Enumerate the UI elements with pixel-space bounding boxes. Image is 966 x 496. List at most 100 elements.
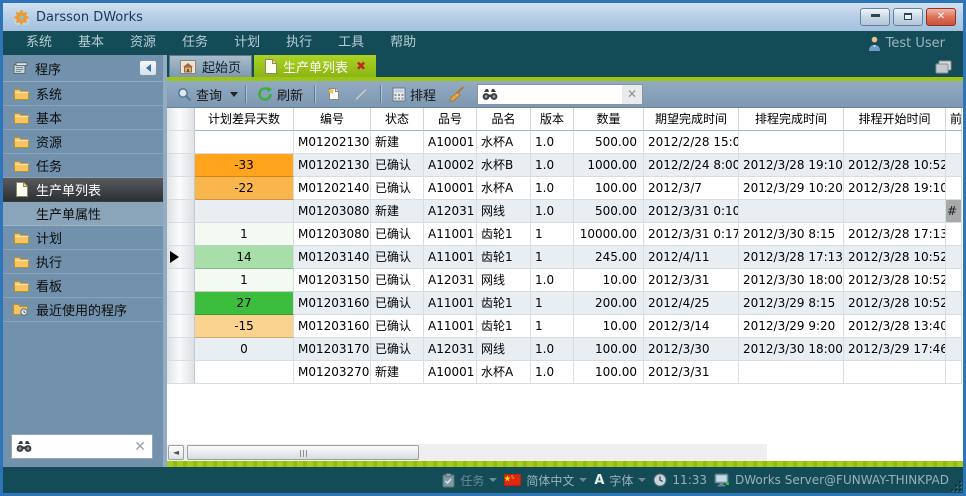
column-header-finish[interactable]: 排程完成时间 [739,108,844,131]
table-row[interactable]: -15M012031602已确认A11001齿轮1110.002012/3/14… [167,315,963,338]
cell-status[interactable]: 新建 [371,361,424,384]
cell-version[interactable]: 1.0 [531,200,574,223]
cell-status[interactable]: 已确认 [371,223,424,246]
resize-grip[interactable] [949,479,961,491]
cell-version[interactable]: 1 [531,315,574,338]
cell-code[interactable]: M012031402 [294,246,371,269]
cell-diff[interactable]: 27 [195,292,294,315]
language-selector[interactable]: 简体中文 [504,472,587,489]
column-header-due[interactable]: 期望完成时间 [644,108,739,131]
cell-finish[interactable]: 2012/3/30 18:00 [739,338,844,361]
cell-item_no[interactable]: A11001 [424,223,477,246]
cell-item_name[interactable]: 网线 [477,338,531,361]
cell-version[interactable]: 1 [531,246,574,269]
cell-diff[interactable]: 1 [195,269,294,292]
cell-start[interactable]: 2012/3/28 10:52 [844,246,946,269]
table-row[interactable]: -33M012021302已确认A10002水杯B1.01000.002012/… [167,154,963,177]
cell-start[interactable] [844,200,946,223]
scroll-left-arrow-icon[interactable]: ◄ [168,445,184,460]
cell-item_no[interactable]: A10001 [424,361,477,384]
cell-code[interactable]: M012032701 [294,361,371,384]
window-list-icon[interactable] [935,60,955,75]
cell-diff[interactable] [195,361,294,384]
cell-start[interactable] [844,131,946,154]
cell-qty[interactable]: 10.00 [574,315,644,338]
sidebar-search-clear-icon[interactable]: ✕ [132,439,148,455]
cell-finish[interactable] [739,361,844,384]
cell-qty[interactable]: 500.00 [574,131,644,154]
menu-item[interactable]: 任务 [169,31,221,55]
table-row[interactable]: M012032701新建A10001水杯A1.0100.002012/3/31 [167,361,963,384]
table-row[interactable]: M012030801新建A12031网线1.0500.002012/3/31 0… [167,200,963,223]
cell-status[interactable]: 已确认 [371,292,424,315]
cell-item_no[interactable]: A10001 [424,131,477,154]
column-header-qty[interactable]: 数量 [574,108,644,131]
cell-start[interactable]: 2012/3/28 10:52 [844,269,946,292]
minimize-button[interactable] [860,8,890,26]
sidebar-item[interactable]: 基本 [3,106,163,130]
cell-item_no[interactable]: A12031 [424,269,477,292]
refresh-button[interactable]: 刷新 [253,83,307,106]
cell-extra[interactable]: # [946,200,962,223]
cell-qty[interactable]: 200.00 [574,292,644,315]
cell-status[interactable]: 已确认 [371,246,424,269]
sidebar-item[interactable]: 生产单列表 [3,178,163,202]
cell-code[interactable]: M012031501 [294,269,371,292]
table-row[interactable]: 0M012031701已确认A12031网线1.0100.002012/3/30… [167,338,963,361]
sidebar-item[interactable]: 资源 [3,130,163,154]
row-selector-cell[interactable] [167,177,195,200]
cell-extra[interactable] [946,338,962,361]
cell-finish[interactable] [739,131,844,154]
cell-item_name[interactable]: 齿轮1 [477,315,531,338]
column-header-status[interactable]: 状态 [371,108,424,131]
table-row[interactable]: M012021301新建A10001水杯A1.0500.002012/2/28 … [167,131,963,154]
column-header-diff[interactable]: 计划差异天数 [195,108,294,131]
cell-diff[interactable]: 0 [195,338,294,361]
cell-item_no[interactable]: A11001 [424,246,477,269]
cell-code[interactable]: M012031602 [294,315,371,338]
sidebar-item[interactable]: 任务 [3,154,163,178]
cell-due[interactable]: 2012/3/31 [644,269,739,292]
cell-version[interactable]: 1.0 [531,338,574,361]
cell-code[interactable]: M012021301 [294,131,371,154]
cell-due[interactable]: 2012/2/24 8:00 [644,154,739,177]
menu-item[interactable]: 基本 [65,31,117,55]
cell-item_name[interactable]: 水杯A [477,361,531,384]
menu-item[interactable]: 执行 [273,31,325,55]
cell-finish[interactable]: 2012/3/30 18:00 [739,269,844,292]
menu-item[interactable]: 系统 [13,31,65,55]
cell-start[interactable]: 2012/3/28 10:52 [844,154,946,177]
cell-extra[interactable] [946,315,962,338]
cell-finish[interactable]: 2012/3/29 9:20 [739,315,844,338]
cell-qty[interactable]: 245.00 [574,246,644,269]
restore-button[interactable] [893,8,923,26]
tab-production-order-list[interactable]: 生产单列表 ✖ [254,55,376,77]
cell-item_no[interactable]: A11001 [424,315,477,338]
column-header-code[interactable]: 编号 [294,108,371,131]
tab-close-icon[interactable]: ✖ [356,59,366,73]
cell-status[interactable]: 新建 [371,131,424,154]
cell-finish[interactable]: 2012/3/30 8:15 [739,223,844,246]
cell-version[interactable]: 1 [531,223,574,246]
edit-pencil-button[interactable] [349,84,373,104]
cell-item_name[interactable]: 齿轮1 [477,292,531,315]
table-row[interactable]: -22M012021401已确认A10001水杯A1.0100.002012/3… [167,177,963,200]
cell-diff[interactable]: -33 [195,154,294,177]
cell-finish[interactable]: 2012/3/29 10:20 [739,177,844,200]
cell-item_name[interactable]: 水杯B [477,154,531,177]
cell-status[interactable]: 已确认 [371,315,424,338]
tab-start-page[interactable]: 起始页 [169,55,252,77]
cell-qty[interactable]: 1000.00 [574,154,644,177]
cell-due[interactable]: 2012/3/7 [644,177,739,200]
menu-item[interactable]: 工具 [325,31,377,55]
cell-status[interactable]: 已确认 [371,269,424,292]
row-selector-cell[interactable] [167,338,195,361]
user-indicator[interactable]: Test User [868,36,953,51]
cell-extra[interactable] [946,292,962,315]
row-selector-cell[interactable] [167,154,195,177]
cell-item_name[interactable]: 网线 [477,200,531,223]
cell-status[interactable]: 已确认 [371,177,424,200]
cell-code[interactable]: M012031601 [294,292,371,315]
cell-item_name[interactable]: 齿轮1 [477,223,531,246]
row-selector-cell[interactable] [167,361,195,384]
